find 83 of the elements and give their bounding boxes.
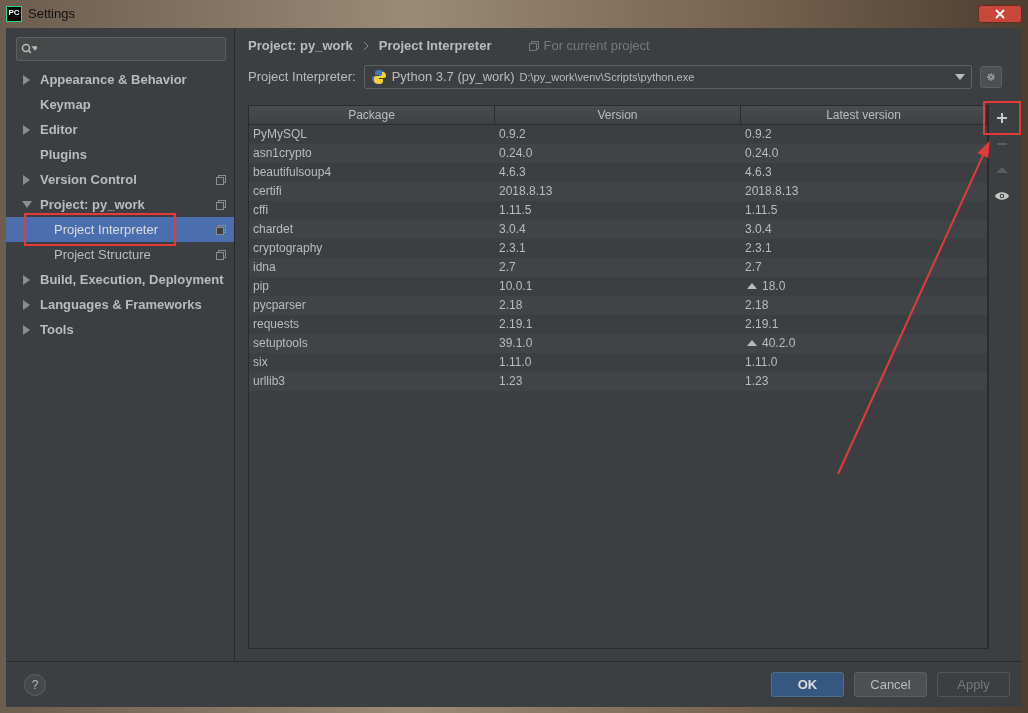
dropdown-caret-icon bbox=[955, 74, 965, 80]
table-cell-text: 39.1.0 bbox=[498, 335, 534, 352]
table-cell-text: 10.0.1 bbox=[498, 278, 534, 295]
table-cell-text: six bbox=[252, 354, 269, 371]
sidebar-item[interactable]: Languages & Frameworks bbox=[6, 292, 234, 317]
table-cell-text: 2.3.1 bbox=[744, 240, 773, 257]
table-cell-text: idna bbox=[252, 259, 277, 276]
table-cell-text: 0.9.2 bbox=[744, 126, 773, 143]
table-cell-text: 1.23 bbox=[498, 373, 524, 390]
close-icon bbox=[995, 9, 1005, 19]
sidebar-item[interactable]: Project Interpreter bbox=[6, 217, 234, 242]
sidebar-item[interactable]: Project: py_work bbox=[6, 192, 234, 217]
table-cell-text: 3.0.4 bbox=[744, 221, 773, 238]
table-cell-text: setuptools bbox=[252, 335, 309, 352]
table-cell-text: 1.11.5 bbox=[744, 202, 779, 219]
window-title: Settings bbox=[28, 5, 75, 24]
upgrade-icon bbox=[995, 165, 1008, 175]
sidebar-item[interactable]: Plugins bbox=[6, 142, 234, 167]
table-cell-text: chardet bbox=[252, 221, 295, 238]
table-cell-text: 2.19.1 bbox=[744, 316, 780, 333]
column-header[interactable]: Version bbox=[495, 106, 741, 124]
table-cell-text: pip bbox=[252, 278, 270, 295]
dialog-button[interactable]: Cancel bbox=[854, 672, 927, 697]
table-cell-text: urllib3 bbox=[252, 373, 286, 390]
table-cell-text: 2.7 bbox=[744, 259, 763, 276]
table-cell-text: asn1crypto bbox=[252, 145, 313, 162]
table-cell-text: pycparser bbox=[252, 297, 307, 314]
table-cell-text: 0.24.0 bbox=[744, 145, 780, 162]
table-cell-text: requests bbox=[252, 316, 301, 333]
table-cell-text: 2.19.1 bbox=[498, 316, 534, 333]
table-cell-text: 3.0.4 bbox=[498, 221, 527, 238]
copy-icon bbox=[529, 41, 540, 51]
close-button[interactable] bbox=[978, 5, 1022, 23]
table-cell-text: 1.11.5 bbox=[498, 202, 533, 219]
table-cell-text: 2.18 bbox=[498, 297, 524, 314]
table-cell-text: 1.11.0 bbox=[744, 354, 779, 371]
interpreter-path: D:\py_work\venv\Scripts\python.exe bbox=[519, 69, 695, 85]
table-cell-text: 4.6.3 bbox=[498, 164, 527, 181]
column-header[interactable]: Latest version bbox=[741, 106, 987, 124]
table-cell-text: 0.24.0 bbox=[498, 145, 534, 162]
breadcrumb-item: Project: py_work bbox=[248, 37, 353, 56]
table-cell-text: 1.23 bbox=[744, 373, 770, 390]
sidebar-item[interactable]: Appearance & Behavior bbox=[6, 67, 234, 92]
help-button[interactable]: ? bbox=[24, 673, 46, 696]
settings-icon bbox=[987, 70, 995, 84]
settings-button[interactable] bbox=[980, 66, 1002, 88]
python-icon bbox=[370, 69, 387, 85]
sidebar-item[interactable]: Project Structure bbox=[6, 242, 234, 267]
eye-icon bbox=[994, 191, 1009, 201]
sidebar-item[interactable]: Keymap bbox=[6, 92, 234, 117]
table-cell-text: beautifulsoup4 bbox=[252, 164, 333, 181]
sidebar-item[interactable]: Build, Execution, Deployment bbox=[6, 267, 234, 292]
table-cell: 18.0 bbox=[741, 277, 987, 296]
table-cell-text: certifi bbox=[252, 183, 283, 200]
search-icon bbox=[21, 43, 37, 55]
column-header[interactable]: Package bbox=[249, 106, 495, 124]
upgrade-icon bbox=[747, 282, 757, 289]
add-icon bbox=[995, 112, 1008, 124]
interpreter-dropdown[interactable]: Python 3.7 (py_work) D:\py_work\venv\Scripts\python.exe bbox=[363, 65, 972, 89]
table-cell-text: cffi bbox=[252, 202, 270, 219]
table-cell-text: 1.11.0 bbox=[498, 354, 533, 371]
interpreter-name: Python 3.7 (py_work) bbox=[391, 68, 515, 87]
dialog-button[interactable]: OK bbox=[771, 672, 844, 697]
search-field[interactable] bbox=[16, 37, 226, 61]
table-cell-text: 2018.8.13 bbox=[744, 183, 800, 200]
table-cell-text: 2.18 bbox=[744, 297, 770, 314]
interpreter-label: Project Interpreter: bbox=[248, 68, 356, 87]
sidebar-item[interactable]: Editor bbox=[6, 117, 234, 142]
scope-note: For current project bbox=[543, 37, 650, 56]
app-icon: PC bbox=[6, 6, 22, 22]
table-cell: 40.2.0 bbox=[741, 334, 987, 353]
table-cell-text: PyMySQL bbox=[252, 126, 308, 143]
upgrade-icon bbox=[747, 339, 757, 346]
sidebar-item[interactable]: Version Control bbox=[6, 167, 234, 192]
breadcrumb-item: Project Interpreter bbox=[378, 37, 492, 56]
table-cell-text: 2.3.1 bbox=[498, 240, 527, 257]
chevron-icon bbox=[362, 42, 369, 50]
table-cell-text: 2018.8.13 bbox=[498, 183, 554, 200]
sidebar-item[interactable]: Tools bbox=[6, 317, 234, 342]
table-cell-text: 0.9.2 bbox=[498, 126, 527, 143]
table-cell-text: 4.6.3 bbox=[744, 164, 773, 181]
table-cell-text: 2.7 bbox=[498, 259, 517, 276]
table-cell-text: cryptography bbox=[252, 240, 324, 257]
